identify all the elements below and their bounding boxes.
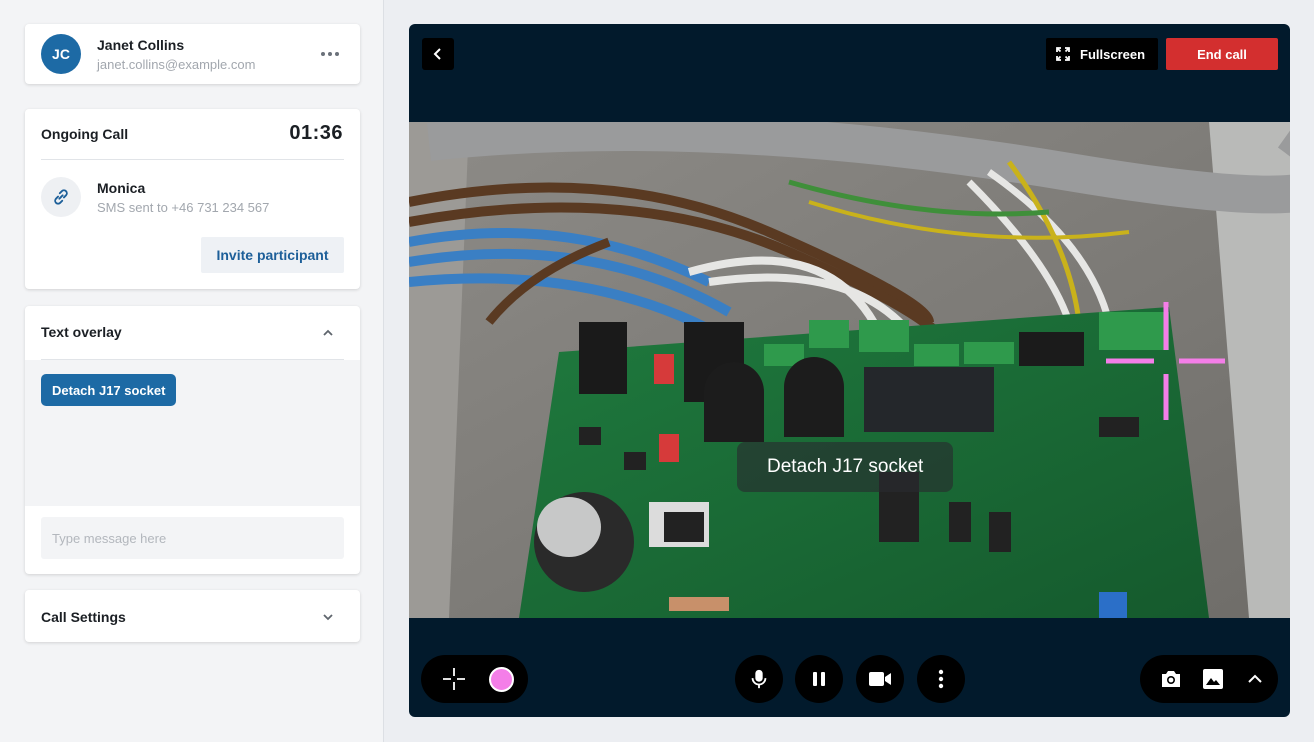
pause-icon xyxy=(813,672,825,686)
user-name: Janet Collins xyxy=(97,37,185,53)
call-title: Ongoing Call xyxy=(41,126,129,142)
user-card: JC Janet Collins janet.collins@example.c… xyxy=(25,24,360,84)
fullscreen-label: Fullscreen xyxy=(1080,46,1146,62)
pointer-tool-button[interactable] xyxy=(437,662,471,696)
call-timer: 01:36 xyxy=(289,122,343,144)
sidebar: JC Janet Collins janet.collins@example.c… xyxy=(0,0,384,742)
fullscreen-icon xyxy=(1056,47,1070,61)
link-icon xyxy=(41,177,81,217)
call-settings-title: Call Settings xyxy=(41,609,126,625)
more-actions-button[interactable] xyxy=(917,655,965,703)
photo-camera-icon xyxy=(1162,671,1180,687)
overlay-message-chip[interactable]: Detach J17 socket xyxy=(41,374,177,406)
text-overlay-title: Text overlay xyxy=(41,324,122,340)
video-camera-icon xyxy=(869,672,891,686)
overlay-caption: Detach J17 socket xyxy=(737,442,954,492)
message-input[interactable] xyxy=(41,517,344,559)
overlay-messages: Detach J17 socket xyxy=(25,360,360,506)
microphone-icon xyxy=(751,669,767,689)
pause-button[interactable] xyxy=(795,655,843,703)
call-settings-card[interactable]: Call Settings xyxy=(25,590,360,642)
snapshot-button[interactable] xyxy=(1154,662,1188,696)
more-dot xyxy=(335,52,339,56)
invite-participant-button[interactable]: Invite participant xyxy=(201,237,344,273)
camera-feed[interactable]: Detach J17 socket xyxy=(409,122,1290,618)
avatar: JC xyxy=(41,34,81,74)
user-email: janet.collins@example.com xyxy=(97,57,256,72)
participant-name: Monica xyxy=(97,180,146,196)
back-button[interactable] xyxy=(422,38,454,70)
circuit-board-image xyxy=(409,122,1290,618)
chevron-left-icon xyxy=(433,48,441,60)
ongoing-call-card: Ongoing Call 01:36 Monica SMS sent to +4… xyxy=(25,109,360,289)
end-call-button[interactable]: End call xyxy=(1166,38,1278,70)
fullscreen-button[interactable]: Fullscreen xyxy=(1046,38,1158,70)
pointer-color-picker[interactable] xyxy=(489,666,514,692)
more-dot xyxy=(328,52,332,56)
more-options-button[interactable] xyxy=(318,44,342,64)
annotation-toolbar xyxy=(421,655,528,703)
text-overlay-card: Text overlay Detach J17 socket xyxy=(25,306,360,574)
participant-status: SMS sent to +46 731 234 567 xyxy=(97,200,270,215)
video-panel: Fullscreen End call Detach J17 socket xyxy=(409,24,1290,717)
media-toolbar xyxy=(1140,655,1278,703)
chevron-down-icon[interactable] xyxy=(322,611,334,623)
chevron-up-icon xyxy=(1248,674,1262,683)
chevron-up-icon[interactable] xyxy=(322,327,334,339)
more-horizontal-icon xyxy=(321,52,325,56)
gallery-button[interactable] xyxy=(1196,662,1230,696)
divider xyxy=(41,159,344,160)
image-icon xyxy=(1203,669,1223,689)
crosshair-icon xyxy=(443,668,465,690)
expand-toolbar-button[interactable] xyxy=(1238,662,1272,696)
more-vertical-icon xyxy=(938,669,944,689)
microphone-button[interactable] xyxy=(735,655,783,703)
camera-button[interactable] xyxy=(856,655,904,703)
